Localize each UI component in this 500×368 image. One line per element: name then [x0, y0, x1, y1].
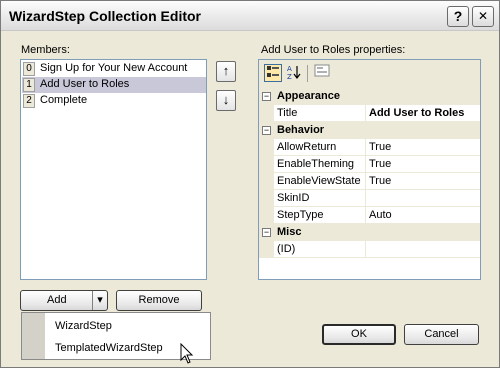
- add-button-label: Add: [47, 294, 67, 306]
- properties-label: Add User to Roles properties:: [261, 44, 406, 56]
- property-value[interactable]: True: [365, 156, 480, 173]
- row-gutter: [259, 207, 274, 224]
- collapse-icon[interactable]: −: [262, 126, 271, 135]
- row-gutter: [259, 173, 274, 190]
- property-value[interactable]: Add User to Roles: [365, 105, 480, 122]
- help-button[interactable]: ?: [447, 6, 469, 27]
- toolbar-separator: [307, 65, 308, 82]
- row-gutter: [259, 190, 274, 207]
- row-gutter: [259, 156, 274, 173]
- cancel-button[interactable]: Cancel: [404, 324, 479, 345]
- list-item-selected[interactable]: 1 Add User to Roles: [22, 77, 206, 93]
- property-value[interactable]: True: [365, 173, 480, 190]
- category-appearance[interactable]: − Appearance: [259, 88, 480, 105]
- svg-text:Z: Z: [287, 73, 292, 80]
- property-row-enableviewstate[interactable]: EnableViewState True: [259, 173, 480, 190]
- add-dropdown-arrow-icon[interactable]: ▾: [92, 291, 107, 310]
- category-name: Misc: [277, 226, 302, 238]
- property-row-title[interactable]: Title Add User to Roles: [259, 105, 480, 122]
- property-row-skinid[interactable]: SkinID: [259, 190, 480, 207]
- property-row-enabletheming[interactable]: EnableTheming True: [259, 156, 480, 173]
- property-name: SkinID: [277, 192, 310, 204]
- property-name: Title: [277, 107, 298, 119]
- category-name: Behavior: [277, 124, 325, 136]
- collapse-icon[interactable]: −: [262, 228, 271, 237]
- item-index: 2: [23, 94, 35, 108]
- arrow-down-icon: ↓: [222, 92, 230, 107]
- title-bar: WizardStep Collection Editor ? ✕: [1, 1, 499, 31]
- property-value[interactable]: True: [365, 139, 480, 156]
- add-button[interactable]: Add ▾: [20, 290, 108, 311]
- list-item[interactable]: 2 Complete: [22, 93, 206, 109]
- members-list[interactable]: 0 Sign Up for Your New Account 1 Add Use…: [20, 59, 207, 280]
- property-row-steptype[interactable]: StepType Auto: [259, 207, 480, 224]
- category-name: Appearance: [277, 90, 340, 102]
- svg-text:A: A: [287, 65, 292, 73]
- property-value[interactable]: [365, 241, 480, 258]
- property-grid-toolbar: AZ: [259, 60, 480, 88]
- property-name: EnableViewState: [277, 175, 361, 187]
- property-row-allowreturn[interactable]: AllowReturn True: [259, 139, 480, 156]
- collection-editor-window: WizardStep Collection Editor ? ✕ Members…: [0, 0, 500, 368]
- property-grid: AZ − Appearance Title Add User to Roles …: [258, 59, 481, 280]
- property-name: StepType: [277, 209, 324, 221]
- row-gutter: [259, 241, 274, 258]
- property-value[interactable]: [365, 190, 480, 207]
- window-title: WizardStep Collection Editor: [9, 8, 201, 24]
- property-pages-icon[interactable]: [313, 64, 331, 82]
- item-index: 0: [23, 62, 35, 76]
- close-button[interactable]: ✕: [472, 6, 494, 27]
- move-up-button[interactable]: ↑: [216, 61, 236, 82]
- menu-item-templatedwizardstep[interactable]: TemplatedWizardStep: [55, 342, 163, 354]
- list-item[interactable]: 0 Sign Up for Your New Account: [22, 61, 206, 77]
- ok-button[interactable]: OK: [322, 324, 396, 345]
- category-misc[interactable]: − Misc: [259, 224, 480, 241]
- property-name: AllowReturn: [277, 141, 337, 153]
- collapse-icon[interactable]: −: [262, 92, 271, 101]
- item-index: 1: [23, 78, 35, 92]
- remove-button[interactable]: Remove: [116, 290, 202, 311]
- item-label: Complete: [40, 94, 88, 106]
- property-name: EnableTheming: [277, 158, 355, 170]
- row-gutter: [259, 105, 274, 122]
- item-label: Add User to Roles: [40, 78, 130, 90]
- categorized-icon[interactable]: [264, 64, 282, 82]
- category-behavior[interactable]: − Behavior: [259, 122, 480, 139]
- members-label: Members:: [21, 44, 70, 56]
- menu-gutter: [22, 313, 45, 359]
- property-value[interactable]: Auto: [365, 207, 480, 224]
- move-down-button[interactable]: ↓: [216, 90, 236, 111]
- item-label: Sign Up for Your New Account: [40, 62, 188, 74]
- alphabetical-icon[interactable]: AZ: [285, 64, 303, 82]
- mouse-cursor-icon: [180, 343, 194, 364]
- property-name: (ID): [277, 243, 296, 255]
- property-row-id[interactable]: (ID): [259, 241, 480, 258]
- arrow-up-icon: ↑: [222, 63, 230, 78]
- row-gutter: [259, 139, 274, 156]
- menu-item-wizardstep[interactable]: WizardStep: [55, 320, 112, 332]
